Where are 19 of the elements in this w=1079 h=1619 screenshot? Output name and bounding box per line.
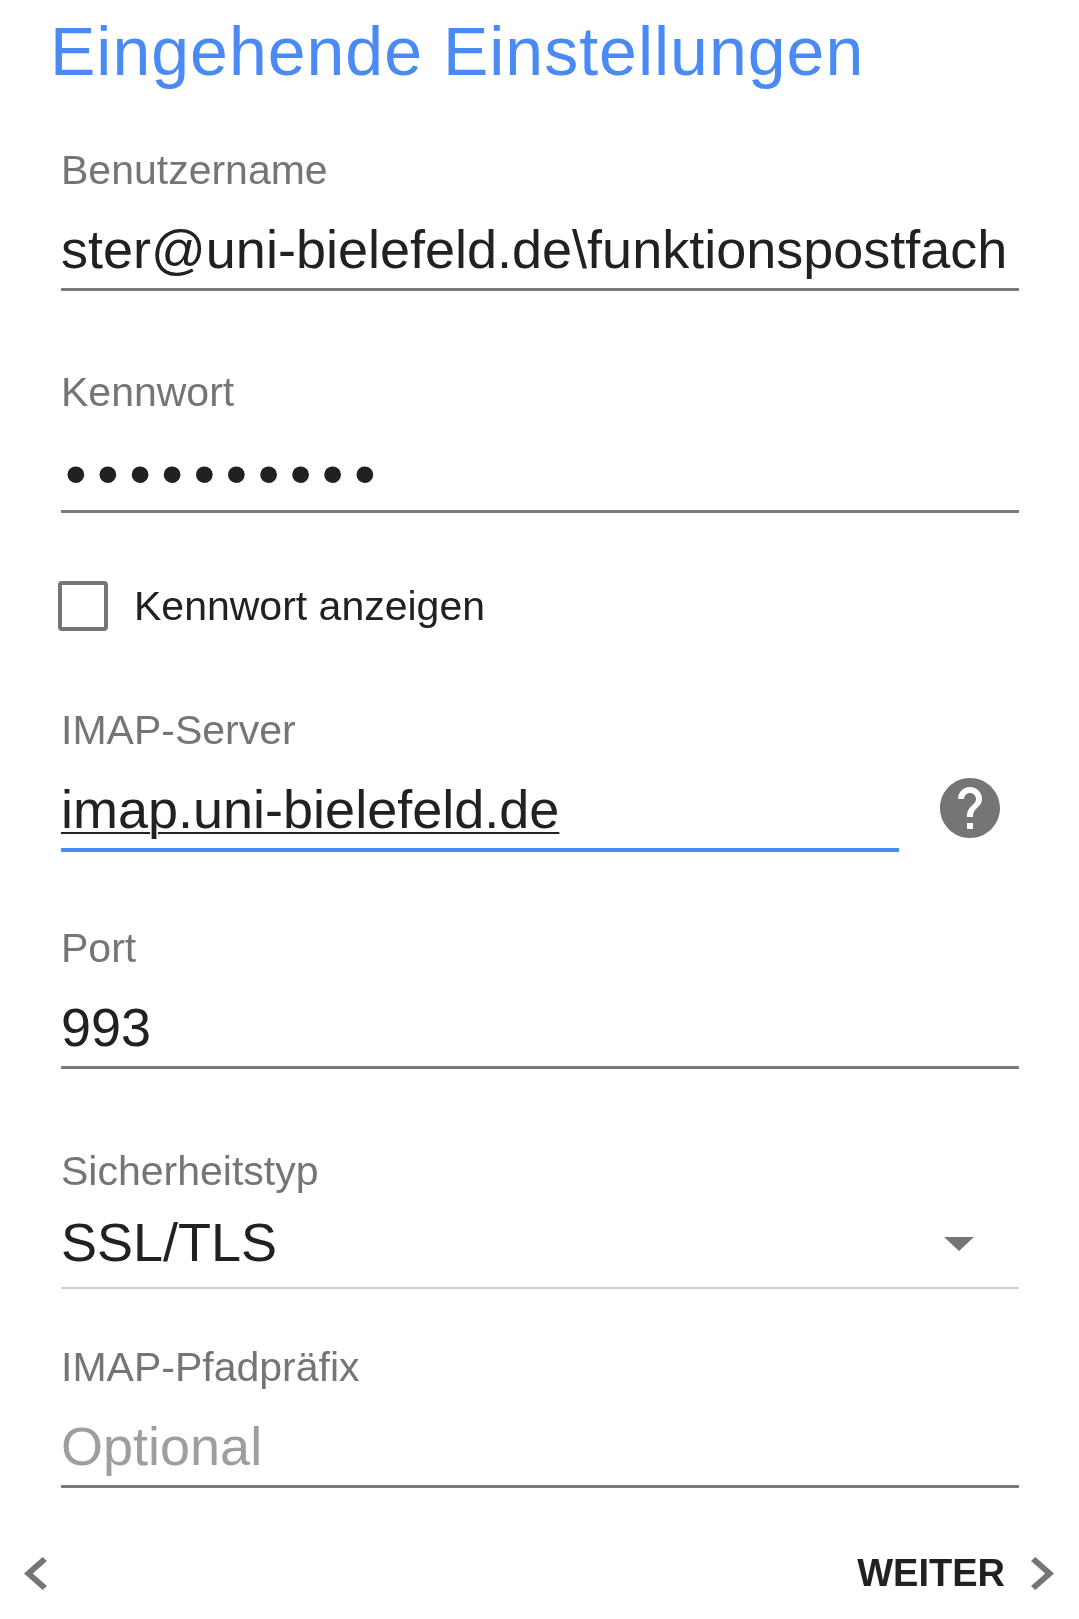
field-label: IMAP-Server (61, 706, 296, 754)
caret-icon (944, 1237, 974, 1251)
field-label: Sicherheitstyp (61, 1147, 319, 1195)
field-label: Benutzername (61, 146, 328, 194)
field-label: Port (61, 924, 137, 972)
chevron-left-icon (24, 1556, 47, 1590)
chevron-right-icon (1031, 1556, 1054, 1590)
field-label: IMAP-Pfadpräfix (61, 1343, 360, 1391)
text-field[interactable]: 993 (61, 996, 1019, 1069)
next-button[interactable]: WEITER (847, 1548, 1064, 1598)
help-icon[interactable] (940, 778, 1000, 838)
text-field[interactable]: ster@uni-bielefeld.de\funktionspostfach (61, 218, 1019, 291)
checkbox[interactable] (58, 581, 108, 631)
screen-title: Eingehende Einstellungen (50, 12, 865, 90)
dropdown[interactable]: SSL/TLS (61, 1211, 1019, 1289)
field-label: Kennwort (61, 368, 235, 416)
password-field[interactable]: •••••••••• (61, 443, 1019, 513)
checkbox-label[interactable]: Kennwort anzeigen (134, 581, 486, 631)
text-field[interactable]: imap.uni-bielefeld.de (61, 778, 899, 852)
